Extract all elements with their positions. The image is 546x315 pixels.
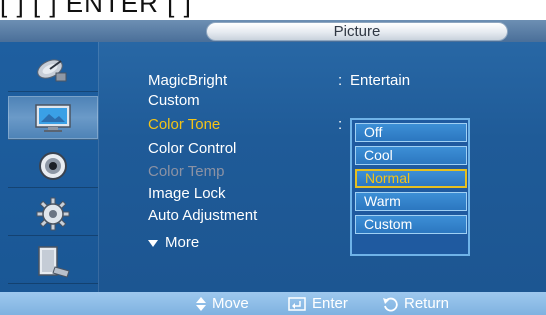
menu-item-color-control[interactable]: Color Control bbox=[148, 140, 236, 158]
menu-item-magicbright[interactable]: MagicBright bbox=[148, 72, 227, 90]
move-arrows-icon bbox=[196, 296, 206, 311]
dropdown-option-off[interactable]: Off bbox=[355, 123, 467, 142]
satellite-dish-icon bbox=[37, 58, 67, 81]
color-tone-dropdown: Off Cool Normal Warm Custom bbox=[350, 118, 470, 256]
picture-monitor-icon bbox=[35, 103, 71, 132]
title-pill: Picture bbox=[206, 22, 508, 41]
footer-help-bar: Move Enter Return bbox=[0, 292, 546, 315]
footer-return: Return bbox=[382, 292, 449, 315]
more-label: More bbox=[165, 234, 200, 251]
sidebar-divider bbox=[98, 42, 99, 292]
menu-item-image-lock[interactable]: Image Lock bbox=[148, 185, 226, 203]
enter-icon bbox=[288, 296, 306, 311]
footer-move-label: Move bbox=[212, 295, 249, 312]
footer-enter-label: Enter bbox=[312, 295, 348, 312]
menu-item-color-temp: Color Temp bbox=[148, 163, 225, 180]
footer-return-label: Return bbox=[404, 295, 450, 312]
sidebar-item-sound[interactable] bbox=[8, 144, 98, 188]
menu-item-color-tone[interactable]: Color Tone bbox=[148, 116, 220, 134]
menu-item-more[interactable]: More bbox=[148, 234, 238, 252]
footer-enter: Enter bbox=[288, 292, 348, 315]
color-tone-colon: : bbox=[338, 116, 343, 133]
sidebar-item-setup[interactable] bbox=[8, 192, 98, 236]
magicbright-value: Entertain bbox=[350, 72, 411, 89]
top-strip: [ ] [ ] ENTER [ ] bbox=[0, 0, 546, 20]
page-title: Picture bbox=[333, 23, 381, 40]
menu-item-auto-adjustment[interactable]: Auto Adjustment bbox=[148, 207, 257, 225]
speaker-icon bbox=[39, 151, 67, 180]
triangle-down-icon bbox=[148, 240, 158, 247]
magicbright-colon: : bbox=[338, 72, 343, 89]
osd-window: Picture MagicBright: Entertain Custom C… bbox=[0, 20, 546, 315]
dropdown-option-custom[interactable]: Custom bbox=[355, 215, 467, 234]
monitor-stand-icon bbox=[38, 245, 70, 278]
sidebar-item-input[interactable] bbox=[8, 48, 98, 92]
top-strip-text: [ ] [ ] ENTER [ ] bbox=[0, 0, 192, 18]
sidebar-item-picture[interactable] bbox=[8, 96, 98, 140]
menu-item-custom[interactable]: Custom bbox=[148, 92, 200, 110]
title-bar: Picture bbox=[0, 20, 546, 42]
sidebar-item-multi-window[interactable] bbox=[8, 240, 98, 284]
dropdown-option-normal[interactable]: Normal bbox=[355, 169, 467, 188]
dropdown-option-cool[interactable]: Cool bbox=[355, 146, 467, 165]
sidebar bbox=[0, 42, 98, 292]
footer-move: Move bbox=[196, 292, 249, 315]
gear-settings-icon bbox=[36, 197, 70, 230]
return-arrow-icon bbox=[383, 297, 398, 311]
dropdown-option-warm[interactable]: Warm bbox=[355, 192, 467, 211]
